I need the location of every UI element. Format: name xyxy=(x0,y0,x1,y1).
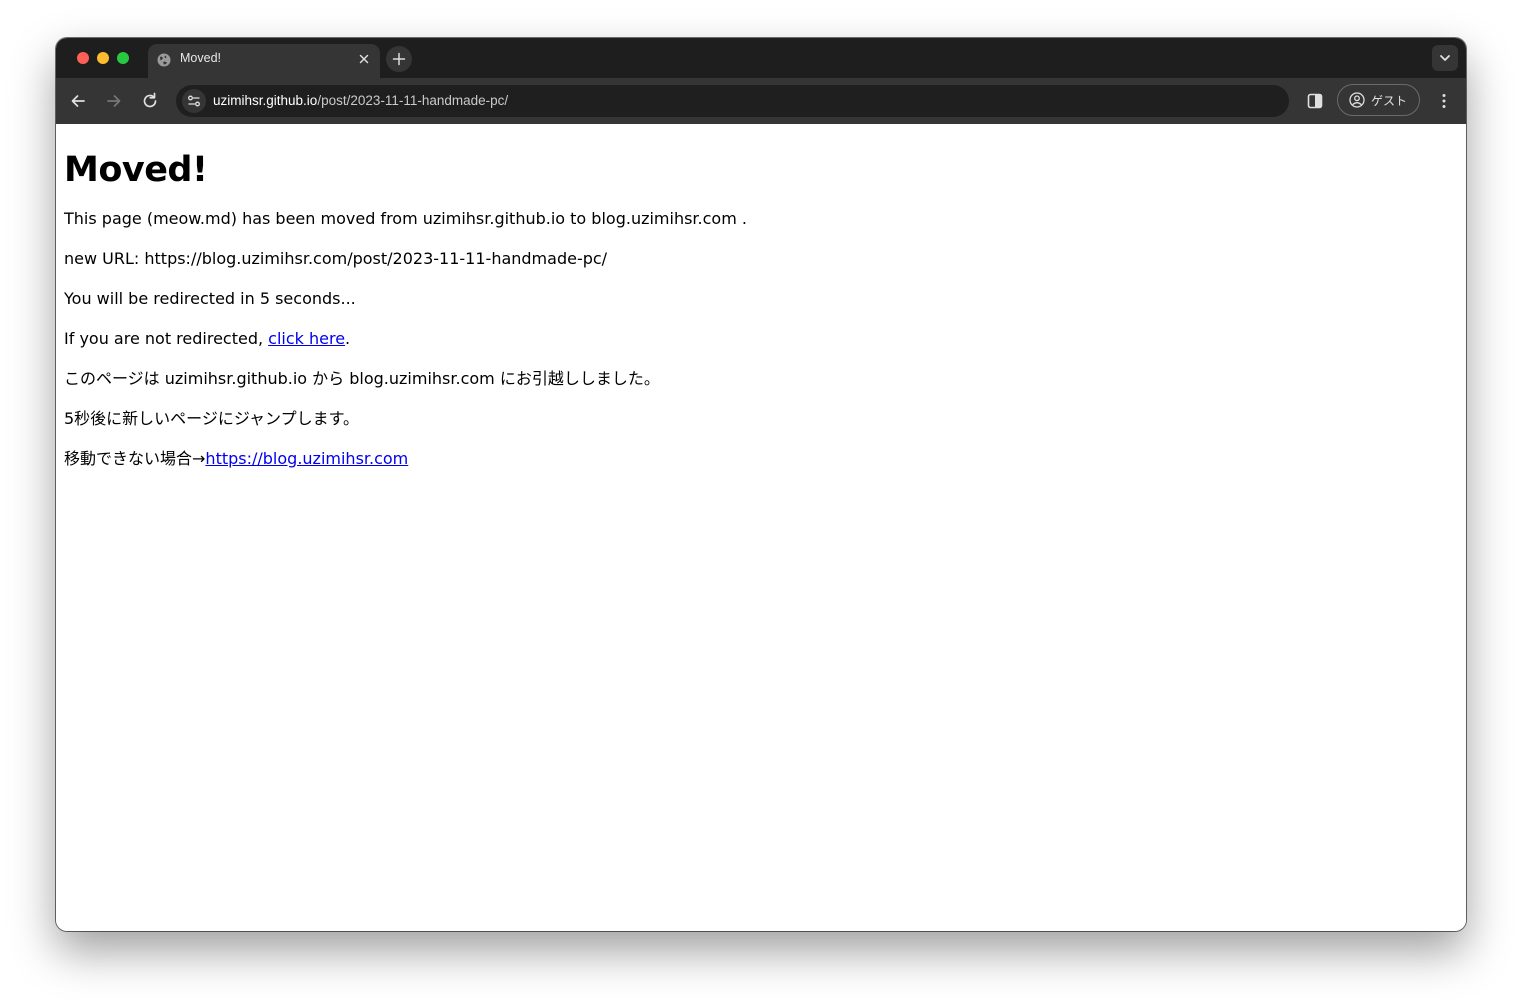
url-text[interactable]: uzimihsr.github.io/post/2023-11-11-handm… xyxy=(213,93,508,108)
fallback-link-line: If you are not redirected, click here. xyxy=(64,329,1458,369)
tab-active[interactable]: Moved! xyxy=(148,44,380,78)
click-here-link[interactable]: click here xyxy=(268,329,345,348)
profile-label: ゲスト xyxy=(1371,94,1408,108)
page-title: Moved! xyxy=(64,150,208,190)
side-panel-icon xyxy=(1307,93,1323,109)
moved-notice: This page (meow.md) has been moved from … xyxy=(64,209,747,228)
profile-button[interactable]: ゲスト xyxy=(1337,84,1420,116)
more-vertical-icon xyxy=(1442,94,1446,108)
window-close-button[interactable] xyxy=(77,52,89,64)
address-bar[interactable]: uzimihsr.github.io/post/2023-11-11-handm… xyxy=(176,85,1289,117)
url-path: /post/2023-11-11-handmade-pc/ xyxy=(317,93,509,108)
plus-icon xyxy=(392,52,406,66)
forward-button[interactable] xyxy=(102,89,126,113)
new-tab-button[interactable] xyxy=(386,46,412,72)
new-url-text: new URL: https://blog.uzimihsr.com/post/… xyxy=(64,249,608,268)
browser-menu-button[interactable] xyxy=(1432,89,1456,113)
close-icon[interactable] xyxy=(356,51,372,67)
fallback-prefix-ja: 移動できない場合→ xyxy=(64,449,206,468)
reload-button[interactable] xyxy=(138,89,162,113)
page-content: Moved! This page (meow.md) has been move… xyxy=(56,124,1466,931)
new-blog-link[interactable]: https://blog.uzimihsr.com xyxy=(205,449,408,468)
window-minimize-button[interactable] xyxy=(97,52,109,64)
side-panel-button[interactable] xyxy=(1303,89,1327,113)
redirect-countdown-ja: 5秒後に新しいページにジャンプします。 xyxy=(64,409,359,428)
redirect-countdown-text: You will be redirected in 5 seconds... xyxy=(64,289,356,308)
tab-title: Moved! xyxy=(180,51,221,65)
chevron-down-icon xyxy=(1440,55,1450,61)
reload-icon xyxy=(143,92,157,108)
url-host: uzimihsr.github.io xyxy=(213,93,318,108)
fallback-suffix: . xyxy=(345,329,351,348)
fallback-prefix: If you are not redirected, xyxy=(64,329,269,348)
tab-strip: Moved! xyxy=(56,38,1466,78)
window-maximize-button[interactable] xyxy=(117,52,129,64)
site-settings-icon[interactable] xyxy=(182,89,206,113)
globe-icon xyxy=(157,52,171,67)
moved-notice-ja: このページは uzimihsr.github.io から blog.uzimih… xyxy=(64,369,660,388)
arrow-left-icon xyxy=(71,95,85,107)
arrow-right-icon xyxy=(107,95,121,107)
back-button[interactable] xyxy=(66,89,90,113)
fallback-link-line-ja: 移動できない場合→https://blog.uzimihsr.com xyxy=(64,449,1458,489)
browser-window: Moved! uzimihsr.github.io/post/2023-11-1… xyxy=(56,38,1466,931)
guest-profile-icon xyxy=(1349,92,1365,108)
tab-search-button[interactable] xyxy=(1432,45,1458,71)
browser-toolbar: uzimihsr.github.io/post/2023-11-11-handm… xyxy=(56,78,1466,124)
